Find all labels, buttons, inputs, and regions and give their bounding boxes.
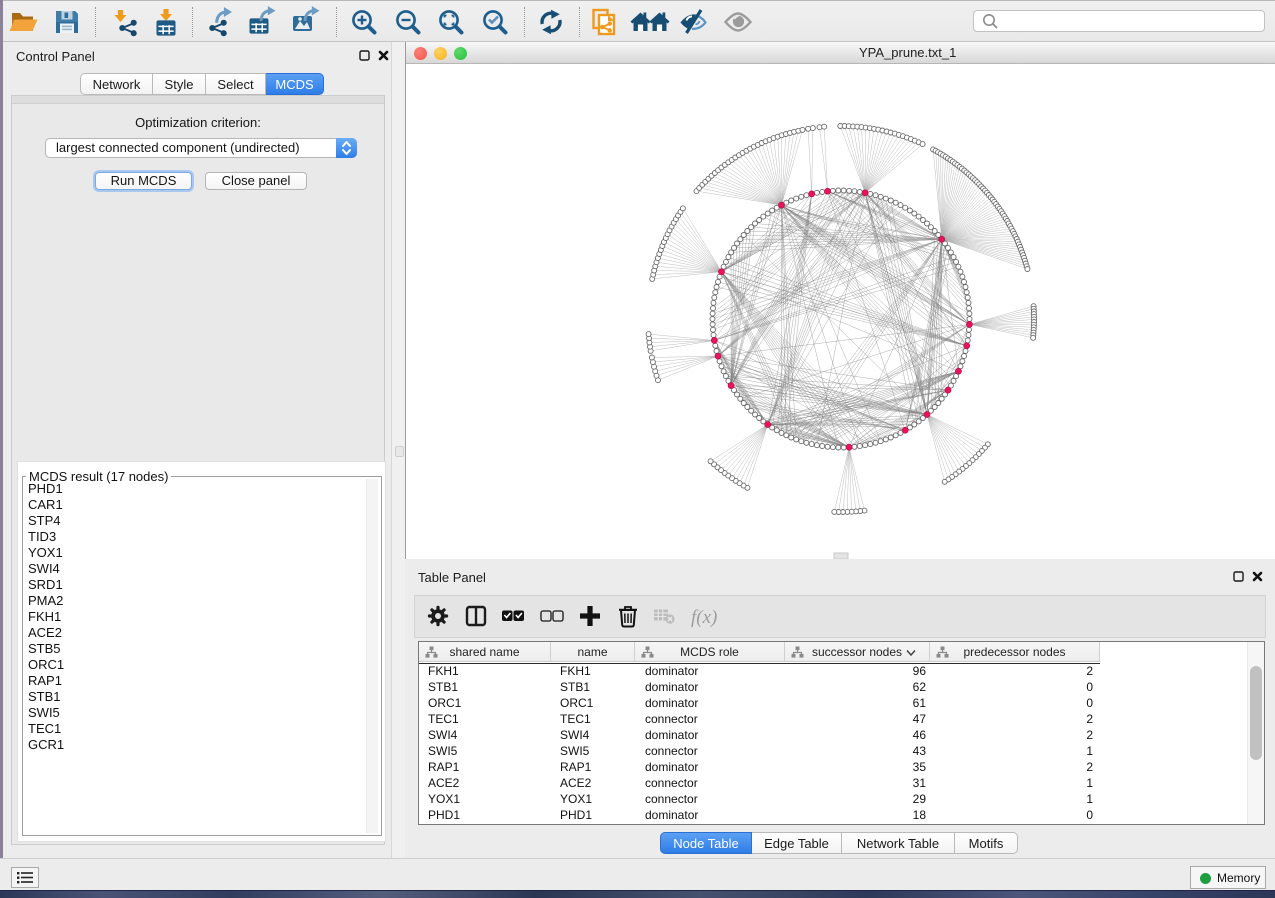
svg-text:f(x): f(x): [691, 607, 717, 628]
